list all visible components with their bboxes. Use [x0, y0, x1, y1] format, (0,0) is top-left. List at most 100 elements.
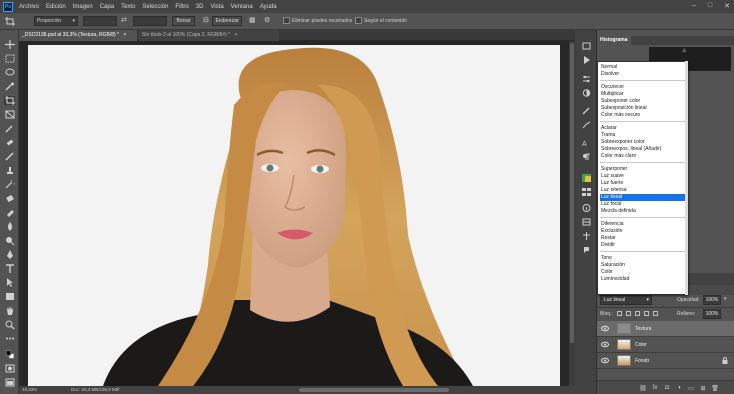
properties-panel-icon[interactable]	[581, 75, 591, 83]
character-panel-icon[interactable]: A	[581, 139, 591, 147]
info-panel-icon[interactable]	[581, 204, 591, 212]
path-selection-tool-icon[interactable]	[4, 278, 15, 287]
adjustments-panel-icon[interactable]	[581, 89, 591, 97]
opacity-input[interactable]: 100%	[703, 295, 721, 305]
mask-icon[interactable]: ◘	[663, 384, 671, 392]
new-layer-icon[interactable]: ⊞	[699, 384, 707, 392]
blend-option[interactable]: Color más claro	[600, 153, 686, 160]
gear-icon[interactable]: ⚙	[264, 16, 270, 24]
straighten-icon[interactable]: ⊟	[203, 16, 209, 24]
lock-transparency-icon[interactable]	[617, 311, 622, 316]
blend-option[interactable]: Trama	[600, 132, 686, 139]
more-tools-icon[interactable]	[4, 334, 15, 343]
eye-icon[interactable]	[601, 357, 609, 364]
blend-option[interactable]: Luz fuerte	[600, 180, 686, 187]
brush-settings-icon[interactable]	[581, 107, 591, 115]
zoom-level[interactable]: 33,33%	[22, 387, 37, 392]
fx-icon[interactable]: fx	[651, 384, 659, 392]
menu-imagen[interactable]: Imagen	[73, 4, 93, 10]
blend-option[interactable]: Exclusión	[600, 228, 686, 235]
eraser-tool-icon[interactable]	[4, 194, 15, 203]
grid-overlay-icon[interactable]: ▦	[249, 16, 256, 24]
blend-option[interactable]: Superponer	[600, 166, 686, 173]
straighten-button[interactable]: Enderezar	[212, 16, 242, 26]
blend-option[interactable]: Oscurecer	[600, 84, 686, 91]
type-tool-icon[interactable]	[4, 264, 15, 273]
histogram-tab[interactable]: Histograma	[597, 36, 631, 45]
chevron-down-icon[interactable]: ▾	[724, 296, 727, 302]
hand-tool-icon[interactable]	[4, 306, 15, 315]
menu-ayuda[interactable]: Ayuda	[260, 4, 277, 10]
swatches-panel-icon[interactable]	[581, 188, 591, 196]
blend-option[interactable]: Multiplicar	[600, 91, 686, 98]
glyphs-panel-icon[interactable]	[581, 232, 591, 240]
move-tool-icon[interactable]	[4, 40, 15, 49]
menu-edicion[interactable]: Edición	[46, 4, 66, 10]
ratio-select[interactable]: Proporción ▾	[34, 16, 78, 26]
menu-archivo[interactable]: Archivo	[19, 4, 39, 10]
close-window-icon[interactable]: ✕	[724, 2, 730, 10]
quick-selection-tool-icon[interactable]	[4, 82, 15, 91]
menu-seleccion[interactable]: Selección	[142, 4, 168, 10]
frame-tool-icon[interactable]	[4, 110, 15, 119]
canvas-area[interactable]	[19, 41, 569, 386]
quick-mask-icon[interactable]	[4, 364, 15, 373]
blend-option[interactable]: Subexposición lineal	[600, 105, 686, 112]
blend-option[interactable]: Color	[600, 269, 686, 276]
minimize-icon[interactable]: –	[692, 2, 696, 10]
paragraph-panel-icon[interactable]	[581, 153, 591, 161]
blend-option[interactable]: Disolver	[600, 71, 686, 78]
rectangle-tool-icon[interactable]	[4, 292, 15, 301]
height-field[interactable]	[133, 16, 167, 26]
lock-artboard-icon[interactable]	[644, 311, 649, 316]
blend-option[interactable]: Tono	[600, 255, 686, 262]
photoshop-logo[interactable]: Ps	[3, 1, 13, 12]
blend-option[interactable]: Luz suave	[600, 173, 686, 180]
blend-option[interactable]: Aclarar	[600, 125, 686, 132]
menu-vista[interactable]: Vista	[210, 4, 223, 10]
blend-option[interactable]: Mezcla definida	[600, 208, 686, 215]
eye-icon[interactable]	[601, 341, 609, 348]
blend-option[interactable]: Color más oscuro	[600, 112, 686, 119]
dodge-tool-icon[interactable]	[4, 236, 15, 245]
blend-option[interactable]: Sobreexpos. lineal (Añadir)	[600, 146, 686, 153]
blend-option[interactable]: Diferencia	[600, 221, 686, 228]
link-icon[interactable]: ⛓	[639, 384, 647, 392]
history-panel-icon[interactable]	[581, 42, 591, 50]
pen-tool-icon[interactable]	[4, 250, 15, 259]
blend-option[interactable]: Restar	[600, 235, 686, 242]
crop-tool-icon[interactable]	[4, 96, 15, 105]
close-tab-icon[interactable]: ×	[123, 32, 126, 38]
lock-position-icon[interactable]	[635, 311, 640, 316]
blend-option[interactable]: Sobreexponer color	[600, 139, 686, 146]
warning-icon[interactable]: ⚠	[682, 48, 686, 54]
healing-brush-tool-icon[interactable]	[4, 138, 15, 147]
blend-mode-select[interactable]: Luz lineal ▾	[600, 295, 652, 305]
blend-option[interactable]: Subexponer color	[600, 98, 686, 105]
lasso-tool-icon[interactable]	[4, 68, 15, 77]
eye-icon[interactable]	[601, 325, 609, 332]
color-panel-icon[interactable]	[581, 174, 591, 182]
actions-panel-icon[interactable]	[581, 56, 591, 64]
maximize-icon[interactable]: □	[708, 2, 712, 10]
horizontal-scrollbar-thumb[interactable]	[299, 388, 449, 392]
menu-3d[interactable]: 3D	[196, 4, 204, 10]
layer-row-textura[interactable]: Textura	[597, 321, 734, 337]
layer-row-color[interactable]: Color	[597, 337, 734, 353]
layer-row-fondo[interactable]: Fondo	[597, 353, 734, 369]
menu-texto[interactable]: Texto	[121, 4, 135, 10]
trash-icon[interactable]: 🗑	[711, 384, 719, 392]
libraries-panel-icon[interactable]	[581, 218, 591, 226]
lock-all-icon[interactable]	[653, 311, 658, 316]
brush-tool-icon[interactable]	[4, 152, 15, 161]
blend-option[interactable]: Saturación	[600, 262, 686, 269]
dropdown-scrollbar[interactable]	[685, 61, 688, 295]
clone-stamp-tool-icon[interactable]	[4, 166, 15, 175]
blend-option[interactable]: Dividir	[600, 242, 686, 249]
blur-tool-icon[interactable]	[4, 222, 15, 231]
history-brush-tool-icon[interactable]	[4, 180, 15, 189]
marquee-tool-icon[interactable]	[4, 54, 15, 63]
blend-option[interactable]: Luz intensa	[600, 187, 686, 194]
zoom-tool-icon[interactable]	[4, 320, 15, 329]
scrollbar-thumb[interactable]	[570, 43, 574, 343]
